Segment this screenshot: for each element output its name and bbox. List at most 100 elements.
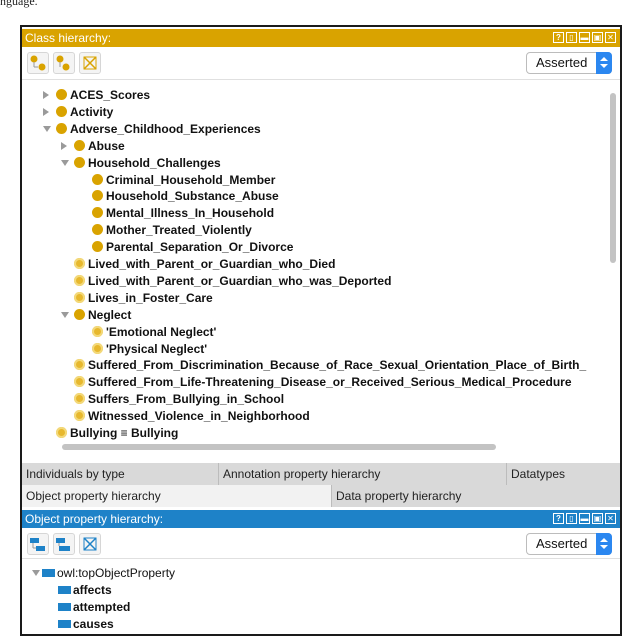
object-property-title: Object property hierarchy: [25,512,164,526]
add-sibling-icon [56,55,70,71]
tab-individuals-by-type[interactable]: Individuals by type [22,463,219,485]
collapsed-arrow-icon[interactable] [61,141,67,150]
delete-icon [83,537,97,551]
tree-node-label: attempted [73,600,131,614]
class-hierarchy-title: Class hierarchy: [25,31,112,45]
class-icon [56,105,67,117]
tree-node-label: Household_Substance_Abuse [106,189,279,204]
tree-node-label: Suffered_From_Life-Threatening_Disease_o… [88,375,572,390]
class-icon [74,410,85,422]
expanded-arrow-icon[interactable] [43,125,51,132]
tree-node-label: Witnessed_Violence_in_Neighborhood [88,409,310,424]
tab-annotation-property-hierarchy[interactable]: Annotation property hierarchy [219,463,507,485]
select-arrow-icon [596,533,612,555]
class-icon [74,156,85,168]
tree-node-label: Mother_Treated_Violently [106,223,252,238]
class-icon [74,274,85,286]
object-property-icon [42,569,55,577]
tree-node-label: Adverse_Childhood_Experiences [70,121,261,136]
help-icon[interactable]: ? [553,32,564,43]
tree-node-label: affects [73,583,112,597]
add-sibling-property-icon [56,538,70,551]
expanded-arrow-icon[interactable] [61,159,69,166]
class-toolbar: Asserted [22,47,620,77]
class-icon [92,241,103,253]
collapsed-arrow-icon[interactable] [43,107,49,116]
objprop-window-controls: ? ▯ ▬ ▣ ✕ [553,513,616,524]
delete-class-button[interactable] [79,52,101,74]
tree-node-label: Household_Challenges [88,155,221,170]
class-asserted-value: Asserted [536,55,588,70]
close-icon[interactable]: ✕ [605,32,616,43]
class-asserted-select[interactable]: Asserted [526,52,612,74]
class-icon [56,427,67,438]
tree-node-label: Lived_with_Parent_or_Guardian_who_was_De… [88,273,392,288]
class-icon [92,190,103,202]
add-sibling-class-button[interactable] [53,52,75,74]
tab-object-property-hierarchy[interactable]: Object property hierarchy [22,485,332,507]
tree-node-label: causes [73,617,114,631]
tree-node-label: ACES_Scores [70,88,151,102]
add-subclass-icon [30,55,46,71]
object-property-toolbar: Asserted [22,528,620,558]
class-window-controls: ? ▯ ▬ ▣ ✕ [553,32,616,43]
minimize-icon[interactable]: ▬ [579,32,590,43]
add-sibling-property-button[interactable] [53,533,75,555]
maximize-icon[interactable]: ▣ [592,513,603,524]
tree-node-label: Activity [70,104,114,119]
class-icon [74,258,85,269]
class-tree: ACES_Scores Activity Adverse_Childhood_Exp… [22,79,620,464]
tree-node-label: Lived_with_Parent_or_Guardian_who_Died [88,257,336,271]
class-hierarchy-title-bar: Class hierarchy: ? ▯ ▬ ▣ ✕ [22,29,620,47]
expanded-arrow-icon[interactable] [32,570,40,576]
tree-node-label: Bullying ≡ Bullying [70,426,179,440]
object-property-tree: owl:topObjectProperty affects attempted … [22,558,620,637]
float-icon[interactable]: ▯ [566,513,577,524]
tab-data-property-hierarchy[interactable]: Data property hierarchy [332,485,620,507]
tabs-row-1: Individuals by type Annotation property … [22,463,620,485]
class-icon [74,308,85,320]
objprop-asserted-value: Asserted [536,536,588,551]
objprop-asserted-select[interactable]: Asserted [526,533,612,555]
class-icon [56,122,67,134]
class-icon [92,207,103,219]
protege-window: Class hierarchy: ? ▯ ▬ ▣ ✕ Asserted ACES… [20,25,622,636]
object-property-icon [58,586,71,594]
delete-property-button[interactable] [79,533,101,555]
class-icon [92,224,103,236]
class-icon [92,173,103,185]
select-arrow-icon [596,52,612,74]
class-icon [74,393,85,405]
float-icon[interactable]: ▯ [566,32,577,43]
tabs-row-2: Object property hierarchy Data property … [22,485,620,507]
tree-node-label: Abuse [88,138,125,153]
tab-datatypes[interactable]: Datatypes [507,463,620,485]
add-sub-property-button[interactable] [27,533,49,555]
class-icon [74,139,85,151]
tree-node-label: Suffered_From_Discrimination_Because_of_… [88,358,587,373]
close-icon[interactable]: ✕ [605,513,616,524]
collapsed-arrow-icon[interactable] [43,91,49,99]
tree-node-label: Mental_Illness_In_Household [106,206,275,221]
tree-node-label: 'Emotional Neglect' [106,324,217,339]
delete-icon [83,56,97,70]
page-caption: nguage. [0,0,38,8]
minimize-icon[interactable]: ▬ [579,513,590,524]
tree-node-label: Lives_in_Foster_Care [88,290,213,305]
class-tree-horizontal-scrollbar[interactable] [62,444,496,450]
maximize-icon[interactable]: ▣ [592,32,603,43]
tree-node-label: Criminal_Household_Member [106,172,276,187]
expanded-arrow-icon[interactable] [61,311,69,318]
object-property-title-bar: Object property hierarchy: ? ▯ ▬ ▣ ✕ [22,510,620,528]
tree-node-label: Suffers_From_Bullying_in_School [88,392,285,407]
tree-node-label: Parental_Separation_Or_Divorce [106,240,294,255]
class-tree-vertical-scrollbar[interactable] [610,93,616,263]
help-icon[interactable]: ? [553,513,564,524]
class-icon [74,291,85,303]
add-sub-property-icon [30,538,45,551]
class-icon [92,342,103,354]
add-subclass-button[interactable] [27,52,49,74]
class-icon [56,89,67,100]
class-icon [92,325,103,337]
object-property-icon [58,603,71,611]
